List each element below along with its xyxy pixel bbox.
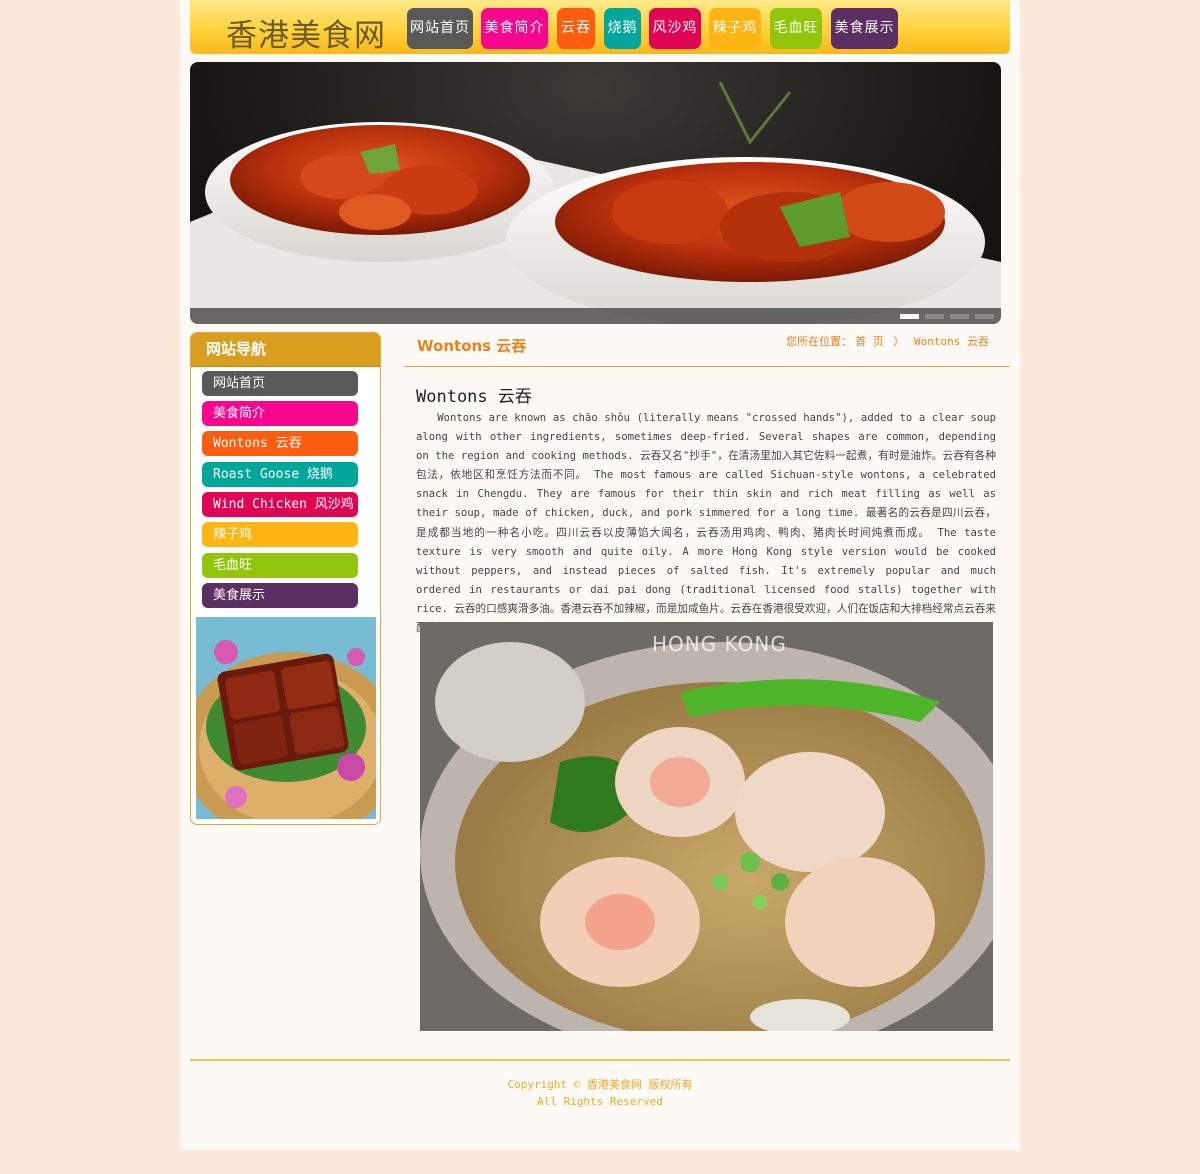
nav-item-showcase[interactable]: 美食展示	[831, 8, 898, 49]
photo-watermark: HONG KONG	[652, 632, 787, 656]
nav-item-spicy-chicken[interactable]: 辣子鸡	[709, 8, 761, 49]
breadcrumb-separator: 〉	[893, 335, 905, 348]
wonton-soup-photo: HONG KONG	[420, 622, 993, 1031]
nav-item-wind-chicken[interactable]: 风沙鸡	[649, 8, 701, 49]
header: 香港美食网 网站首页 美食简介 云吞 烧鹅 风沙鸡 辣子鸡 毛血旺 美食展示	[190, 0, 1010, 54]
banner-image	[190, 81, 1001, 324]
site-logo[interactable]: 香港美食网	[226, 10, 386, 55]
nav-item-intro[interactable]: 美食简介	[481, 8, 548, 49]
breadcrumb-home-link[interactable]: 首 页	[855, 335, 884, 348]
sidebar-item-wontons[interactable]: Wontons 云吞	[202, 431, 358, 456]
slide-dot-1[interactable]	[900, 314, 919, 319]
section-title: Wontons 云吞	[417, 337, 527, 355]
sidebar-food-photo	[196, 617, 376, 819]
slide-dot-2[interactable]	[925, 314, 944, 319]
nav-item-wontons[interactable]: 云吞	[557, 8, 595, 49]
sidebar-item-spicy-chicken[interactable]: 辣子鸡	[202, 522, 358, 547]
sidebar-item-wind-chicken[interactable]: Wind Chicken 风沙鸡	[202, 492, 358, 517]
sidebar-item-maoxuewang[interactable]: 毛血旺	[202, 553, 358, 578]
nav-item-roast-goose[interactable]: 烧鹅	[604, 8, 641, 49]
page: 香港美食网 网站首页 美食简介 云吞 烧鹅 风沙鸡 辣子鸡 毛血旺 美食展示 网…	[180, 0, 1020, 1150]
nav-item-maoxuewang[interactable]: 毛血旺	[770, 8, 822, 49]
slide-dot-3[interactable]	[950, 314, 969, 319]
article-title: Wontons 云吞	[416, 387, 532, 407]
banner-slideshow[interactable]	[190, 62, 1001, 324]
sidebar-title: 网站导航	[191, 333, 380, 367]
content-title-bar: Wontons 云吞 您所在位置：首 页 〉 Wontons 云吞	[404, 326, 1010, 367]
breadcrumb-current[interactable]: Wontons 云吞	[914, 335, 989, 348]
breadcrumb: 您所在位置：首 页 〉 Wontons 云吞	[783, 333, 989, 349]
sidebar-item-intro[interactable]: 美食简介	[202, 401, 358, 426]
breadcrumb-prefix: 您所在位置：	[786, 335, 853, 348]
footer-rights: All Rights Reserved	[537, 1095, 663, 1108]
sidebar-item-roast-goose[interactable]: Roast Goose 烧鹅	[202, 462, 358, 487]
sidebar-item-showcase[interactable]: 美食展示	[202, 583, 358, 608]
footer: Copyright © 香港美食网 版权所有 All Rights Reserv…	[190, 1059, 1010, 1110]
sidebar-item-home[interactable]: 网站首页	[202, 371, 358, 396]
slide-dot-4[interactable]	[975, 314, 994, 319]
banner-indicator-bar	[190, 308, 1001, 324]
sidebar: 网站导航 网站首页 美食简介 Wontons 云吞 Roast Goose 烧鹅…	[190, 332, 381, 825]
footer-copyright: Copyright © 香港美食网 版权所有	[507, 1078, 693, 1091]
nav-item-home[interactable]: 网站首页	[407, 8, 473, 49]
article-body: Wontons are known as chāo shǒu (literall…	[416, 412, 996, 634]
